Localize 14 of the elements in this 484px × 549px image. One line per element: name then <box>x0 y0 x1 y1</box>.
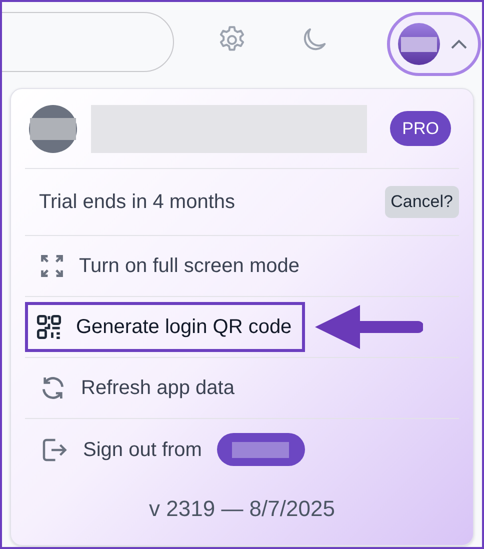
cancel-button[interactable]: Cancel? <box>384 186 459 218</box>
account-button[interactable] <box>387 12 481 76</box>
menu-item[interactable]: Turn on full screen mode <box>25 241 312 291</box>
expand-icon <box>39 253 65 279</box>
trial-text: Trial ends in 4 months <box>39 190 236 215</box>
avatar <box>398 23 440 65</box>
menu-item[interactable]: Sign out from <box>25 424 215 474</box>
menu-item[interactable]: Generate login QR code <box>25 302 305 352</box>
pro-badge: PRO <box>390 110 451 146</box>
avatar <box>29 104 77 152</box>
search-field[interactable] <box>2 12 174 72</box>
qr-code-icon <box>36 314 62 340</box>
menu-item[interactable]: Refresh app data <box>25 363 248 413</box>
version-text: v 2319 — 8/7/2025 <box>148 495 336 523</box>
